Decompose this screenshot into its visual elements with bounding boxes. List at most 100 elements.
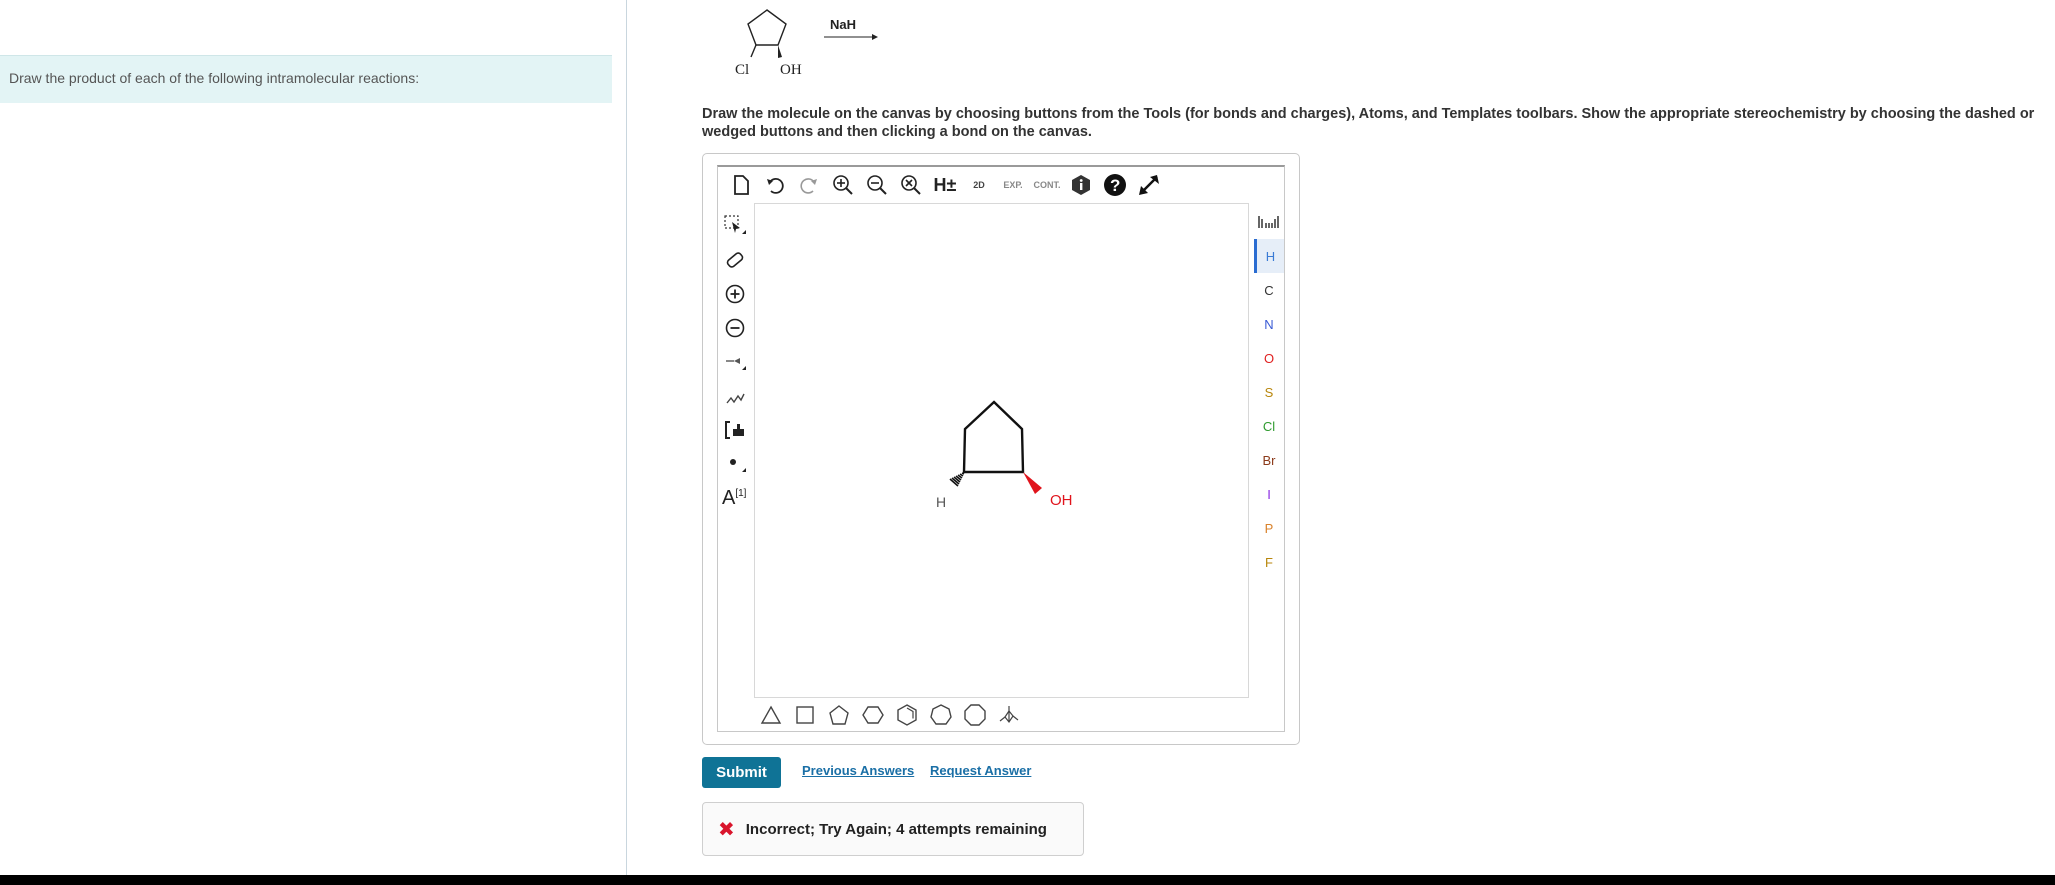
template-cyclohexane[interactable] bbox=[856, 699, 890, 731]
reactant-oh-label: OH bbox=[780, 62, 802, 78]
atom-o-button[interactable]: O bbox=[1254, 341, 1284, 375]
template-cyclobutane[interactable] bbox=[788, 699, 822, 731]
hydrogen-toggle-button[interactable]: H± bbox=[928, 169, 962, 201]
zoom-in-icon bbox=[833, 175, 853, 195]
atom-h-button[interactable]: H bbox=[1254, 239, 1284, 273]
molecule-oh-label: OH bbox=[1050, 492, 1073, 509]
drawn-molecule: H OH bbox=[936, 400, 1073, 510]
tools-toolbar: A [1] bbox=[720, 209, 750, 515]
hexagon-icon bbox=[862, 706, 884, 724]
template-benzene[interactable] bbox=[890, 699, 924, 731]
reactant-cl-label: Cl bbox=[735, 62, 749, 78]
atom-c-button[interactable]: C bbox=[1254, 273, 1284, 307]
square-icon bbox=[796, 706, 814, 724]
expand-button[interactable]: EXP. bbox=[996, 169, 1030, 201]
chair-conformation-icon bbox=[999, 706, 1019, 724]
question-prompt: Draw the product of each of the followin… bbox=[0, 55, 612, 103]
atom-s-label: S bbox=[1264, 384, 1274, 400]
atoms-toolbar: H C N O S Cl Br I P F bbox=[1254, 205, 1284, 579]
clean-2d-button[interactable]: 2D bbox=[962, 169, 996, 201]
svg-text:?: ? bbox=[1110, 176, 1120, 195]
hashed-bond-h bbox=[949, 472, 965, 487]
redo-icon bbox=[800, 178, 817, 194]
erase-tool-button[interactable] bbox=[720, 243, 750, 277]
template-cycloheptane[interactable] bbox=[924, 699, 958, 731]
chain-icon bbox=[726, 393, 745, 404]
template-cyclooctane[interactable] bbox=[958, 699, 992, 731]
contract-label: CONT. bbox=[1033, 180, 1061, 190]
bottom-bar bbox=[0, 875, 2055, 885]
clear-button[interactable] bbox=[894, 169, 928, 201]
template-cyclopropane[interactable] bbox=[754, 699, 788, 731]
feedback-box: ✖ Incorrect; Try Again; 4 attempts remai… bbox=[702, 802, 1084, 856]
chain-tool-button[interactable] bbox=[720, 379, 750, 413]
bracket-tool-button[interactable] bbox=[720, 413, 750, 447]
positive-charge-button[interactable] bbox=[720, 277, 750, 311]
wedge-bond-oh bbox=[1023, 472, 1042, 494]
submit-button[interactable]: Submit bbox=[702, 757, 781, 788]
radical-tool-button[interactable] bbox=[720, 447, 750, 481]
zoom-in-button[interactable] bbox=[826, 169, 860, 201]
molecule-h-label: H bbox=[936, 494, 946, 510]
fullscreen-icon bbox=[1139, 175, 1159, 195]
previous-answers-link[interactable]: Previous Answers bbox=[802, 763, 914, 778]
atom-c-label: C bbox=[1264, 282, 1274, 298]
drawing-instructions: Draw the molecule on the canvas by choos… bbox=[702, 106, 2035, 140]
atom-mapping-superscript: [1] bbox=[735, 487, 747, 499]
templates-toolbar bbox=[754, 699, 1026, 731]
top-toolbar: H± 2D EXP. CONT. ? bbox=[724, 169, 1166, 201]
request-answer-link[interactable]: Request Answer bbox=[930, 763, 1031, 778]
pentagon-icon bbox=[829, 705, 849, 725]
eraser-icon bbox=[726, 252, 744, 268]
fullscreen-button[interactable] bbox=[1132, 169, 1166, 201]
reaction-scheme: Cl OH bbox=[735, 9, 878, 78]
atom-n-button[interactable]: N bbox=[1254, 307, 1284, 341]
bond-tool-button[interactable] bbox=[720, 345, 750, 379]
molecule-editor: H± 2D EXP. CONT. ? A [1] H OH H C N O S … bbox=[702, 153, 1300, 745]
heptagon-icon bbox=[930, 704, 952, 725]
benzene-icon bbox=[897, 704, 917, 726]
select-icon bbox=[724, 215, 746, 234]
contract-button[interactable]: CONT. bbox=[1030, 169, 1064, 201]
atom-br-label: Br bbox=[1262, 452, 1276, 468]
atom-i-button[interactable]: I bbox=[1254, 477, 1284, 511]
reactant-wedge-oh bbox=[778, 45, 782, 58]
drawing-canvas[interactable]: H OH bbox=[754, 203, 1249, 698]
atom-s-button[interactable]: S bbox=[1254, 375, 1284, 409]
new-document-icon bbox=[734, 175, 749, 195]
zoom-out-button[interactable] bbox=[860, 169, 894, 201]
reaction-arrowhead bbox=[872, 34, 878, 40]
atom-br-button[interactable]: Br bbox=[1254, 443, 1284, 477]
atom-f-label: F bbox=[1265, 554, 1273, 570]
atom-label-tool-button[interactable]: A [1] bbox=[720, 481, 750, 515]
new-document-button[interactable] bbox=[724, 169, 758, 201]
template-chair[interactable] bbox=[992, 699, 1026, 731]
feedback-message: Incorrect; Try Again; 4 attempts remaini… bbox=[745, 820, 1047, 838]
cyclopentane-ring bbox=[962, 400, 1025, 474]
info-button[interactable] bbox=[1064, 169, 1098, 201]
select-tool-button[interactable] bbox=[720, 209, 750, 243]
template-cyclopentane[interactable] bbox=[822, 699, 856, 731]
redo-button[interactable] bbox=[792, 169, 826, 201]
plus-circle-icon bbox=[725, 284, 745, 304]
octagon-icon bbox=[964, 704, 986, 726]
periodic-table-button[interactable] bbox=[1254, 205, 1284, 239]
minus-circle-icon bbox=[725, 318, 745, 338]
radical-dot-icon bbox=[730, 459, 746, 472]
editor-inner: H± 2D EXP. CONT. ? A [1] H OH H C N O S … bbox=[717, 165, 1285, 732]
triangle-icon bbox=[760, 705, 782, 724]
bond-icon bbox=[726, 358, 746, 370]
undo-button[interactable] bbox=[758, 169, 792, 201]
atom-n-label: N bbox=[1264, 316, 1274, 332]
left-panel: Draw the product of each of the followin… bbox=[0, 0, 627, 875]
clear-icon bbox=[901, 175, 921, 195]
help-icon: ? bbox=[1104, 174, 1126, 196]
reactant-ring bbox=[747, 9, 787, 46]
atom-f-button[interactable]: F bbox=[1254, 545, 1284, 579]
atom-cl-button[interactable]: Cl bbox=[1254, 409, 1284, 443]
atom-label-glyph: A bbox=[722, 486, 736, 509]
clean-2d-label: 2D bbox=[973, 180, 985, 190]
help-button[interactable]: ? bbox=[1098, 169, 1132, 201]
negative-charge-button[interactable] bbox=[720, 311, 750, 345]
atom-p-button[interactable]: P bbox=[1254, 511, 1284, 545]
